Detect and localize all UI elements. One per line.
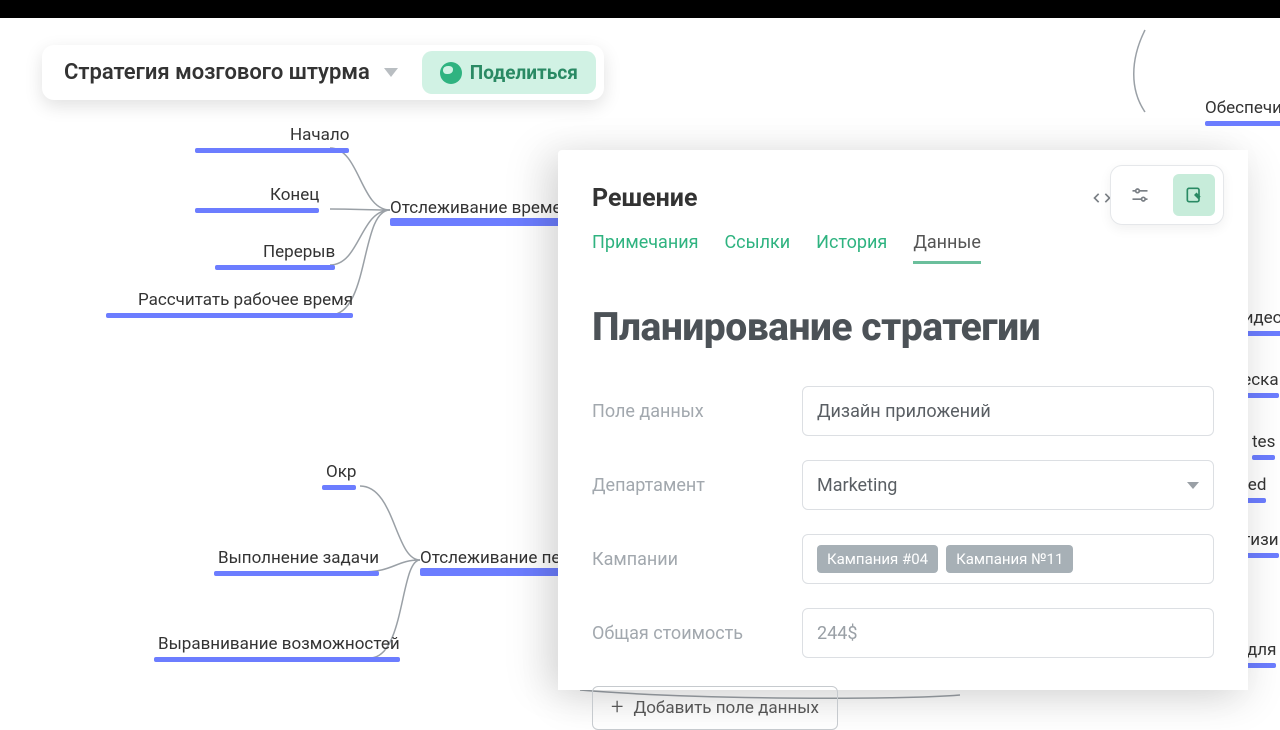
department-select[interactable]: Marketing	[802, 460, 1214, 510]
panel-form: Поле данных Дизайн приложений Департамен…	[592, 386, 1214, 730]
mindmap-node[interactable]: Перерыв	[263, 242, 335, 262]
sliders-icon[interactable]	[1119, 174, 1161, 216]
campaign-tag[interactable]: Кампания №11	[946, 545, 1073, 573]
top-black-bar	[0, 0, 1280, 18]
share-button[interactable]: Поделиться	[422, 51, 596, 94]
tab-links[interactable]: Ссылки	[724, 232, 790, 264]
document-title: Стратегия мозгового штурма	[64, 60, 370, 85]
chevron-down-icon	[1187, 482, 1199, 489]
panel-tool-cluster	[1110, 165, 1224, 225]
add-field-button[interactable]: + Добавить поле данных	[592, 686, 838, 730]
share-button-label: Поделиться	[470, 61, 578, 84]
tab-history[interactable]: История	[816, 232, 887, 264]
data-field-input[interactable]: Дизайн приложений	[802, 386, 1214, 436]
campaign-tag[interactable]: Кампания #04	[817, 545, 938, 573]
field-label: Поле данных	[592, 401, 802, 422]
mindmap-node[interactable]: Отслеживание времени	[390, 198, 581, 218]
mindmap-node[interactable]: Обеспечит	[1205, 98, 1280, 118]
panel-tabs: Примечания Ссылки История Данные	[592, 232, 1214, 264]
globe-icon	[440, 62, 462, 84]
campaigns-field[interactable]: Кампания #04 Кампания №11	[802, 534, 1214, 584]
tab-data[interactable]: Данные	[913, 232, 981, 264]
field-label: Кампании	[592, 549, 802, 570]
field-label: Общая стоимость	[592, 623, 802, 644]
add-field-label: Добавить поле данных	[633, 698, 818, 718]
mindmap-node[interactable]: Выравнивание возможностей	[158, 634, 400, 654]
field-label: Департамент	[592, 475, 802, 496]
mindmap-node[interactable]: Начало	[290, 125, 349, 145]
mindmap-node[interactable]: Выполнение задачи	[218, 548, 379, 568]
mindmap-node[interactable]: Окр	[326, 462, 356, 482]
tab-notes[interactable]: Примечания	[592, 232, 698, 264]
chevron-down-icon	[384, 68, 398, 77]
mindmap-node[interactable]: tes	[1252, 432, 1275, 452]
mindmap-node[interactable]: Рассчитать рабочее время	[138, 290, 353, 310]
document-title-dropdown[interactable]: Стратегия мозгового штурма	[50, 54, 412, 91]
content-title: Планирование стратегии	[592, 304, 1214, 350]
details-panel: Решение Примечания Ссылки История Данные…	[558, 150, 1248, 690]
mindmap-node[interactable]: Конец	[270, 185, 319, 205]
mindmap-node[interactable]: Отслеживание пери	[420, 548, 580, 568]
plus-icon: +	[611, 697, 623, 719]
total-cost-field[interactable]: 244$	[802, 608, 1214, 658]
panel-title: Решение	[592, 184, 1086, 213]
header-toolbar: Стратегия мозгового штурма Поделиться	[42, 45, 604, 100]
edit-note-icon[interactable]	[1173, 174, 1215, 216]
